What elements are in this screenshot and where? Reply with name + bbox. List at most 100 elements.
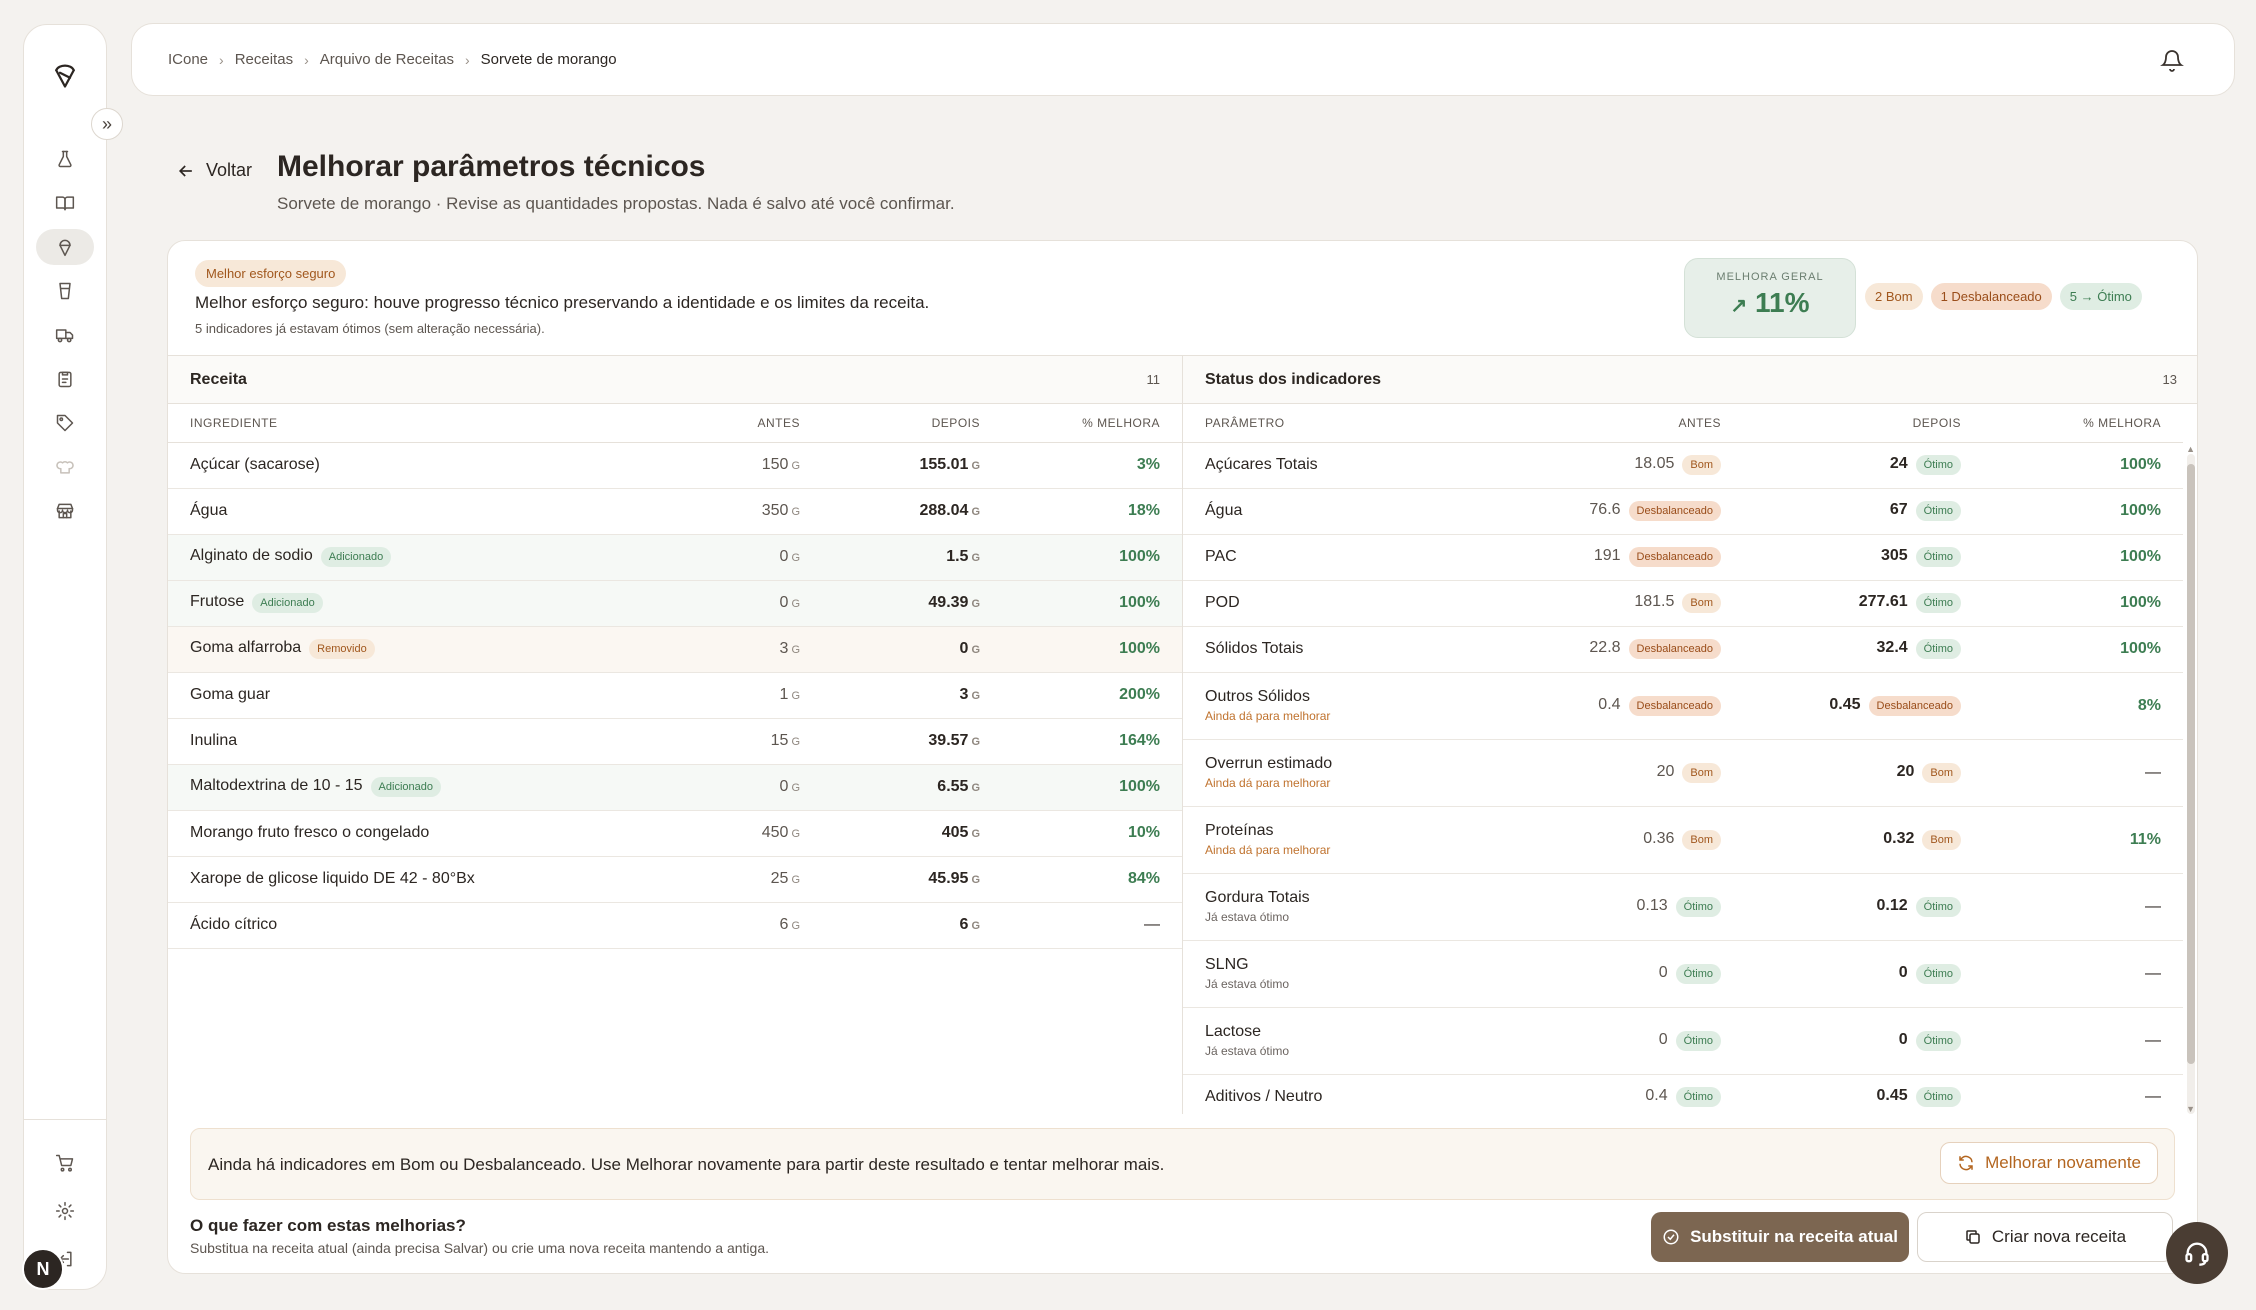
after-cell: 67 Ótimo — [1743, 488, 1983, 535]
col-before: ANTES — [1513, 404, 1743, 443]
after-cell: 6.55 G — [822, 764, 1002, 811]
indicator-note: Ainda dá para melhorar — [1205, 776, 1331, 790]
after-value: 1.5 — [946, 548, 969, 565]
after-cell: 0G — [822, 626, 1002, 673]
overall-label: MELHORA GERAL — [1716, 271, 1824, 283]
after-status-badge: Ótimo — [1915, 639, 1961, 659]
improvement-cell: 84% — [1002, 856, 1182, 903]
notification-bell-icon[interactable] — [2160, 48, 2184, 72]
count-bom-badge: 2 Bom — [1865, 283, 1923, 310]
unit-label: G — [791, 736, 800, 748]
scroll-down-arrow-icon[interactable]: ▼ — [2186, 1104, 2195, 1114]
parameter-cell: Aditivos / Neutro — [1183, 1074, 1513, 1114]
breadcrumb-recipes[interactable]: Receitas — [235, 51, 293, 68]
before-value: 0.13 — [1636, 896, 1668, 914]
after-cell: 45.95 G — [822, 856, 1002, 903]
scroll-up-arrow-icon[interactable]: ▲ — [2186, 444, 2195, 454]
ingredient-name: Ácido cítrico — [190, 916, 278, 933]
replace-recipe-label: Substituir na receita atual — [1690, 1227, 1898, 1246]
indicators-table: PARÂMETRO ANTES DEPOIS % MELHORA Açúcare… — [1183, 404, 2183, 1114]
before-cell: 18.05 Bom — [1513, 442, 1743, 489]
before-status-badge: Desbalanceado — [1628, 695, 1721, 716]
create-new-recipe-button[interactable]: Criar nova receita — [1917, 1212, 2173, 1262]
ingredient-change-badge: Adicionado — [320, 547, 392, 567]
recipe-row: Goma guar 1 G 3 G 200% — [168, 672, 1182, 719]
sidebar-expand-button[interactable]: » — [91, 108, 123, 140]
indicator-note: Já estava ótimo — [1205, 1044, 1290, 1058]
summary-line: Melhor esforço seguro: houve progresso t… — [195, 293, 930, 312]
after-value: 67 — [1889, 501, 1908, 518]
breadcrumb-home[interactable]: ICone — [168, 51, 208, 68]
improvement-cell: 100% — [1983, 626, 2183, 673]
ice-cream-icon[interactable] — [36, 229, 94, 265]
copy-icon — [1966, 1230, 1980, 1244]
result-badge: Melhor esforço seguro — [195, 260, 347, 287]
unit-label: G — [971, 920, 980, 932]
before-cell: 20 Bom — [1513, 739, 1743, 807]
before-value: 3 — [779, 640, 789, 657]
before-status-badge: Bom — [1682, 593, 1721, 613]
ingredient-cell: Ácido cítrico — [168, 902, 662, 949]
unit-label: G — [791, 460, 800, 472]
before-status-badge: Ótimo — [1675, 1030, 1721, 1051]
indicator-row: Lactose Já estava ótimo 0 Ótimo 0 Ótimo — — [1183, 1007, 2183, 1075]
unit-label: G — [971, 690, 980, 702]
col-ingredient: INGREDIENTE — [168, 404, 662, 443]
book-icon[interactable] — [36, 185, 94, 221]
back-button[interactable]: Voltar — [176, 160, 252, 181]
improvement-cell: 100% — [1002, 534, 1182, 581]
app-logo-icon[interactable] — [50, 59, 80, 89]
improve-again-button[interactable]: Melhorar novamente — [1940, 1142, 2158, 1184]
indicators-scrollbar[interactable] — [2187, 454, 2195, 1114]
col-after: DEPOIS — [822, 404, 1002, 443]
after-status-badge: Ótimo — [1915, 547, 1961, 567]
truck-icon[interactable] — [36, 317, 94, 353]
ingredient-change-badge: Adicionado — [252, 593, 323, 613]
after-value: 0.12 — [1876, 896, 1908, 914]
unit-label: G — [791, 644, 800, 656]
cup-icon[interactable] — [36, 273, 94, 309]
after-value: 0.45 — [1829, 695, 1861, 713]
parameter-name: Sólidos Totais — [1205, 640, 1304, 657]
support-headset-button[interactable] — [2166, 1222, 2228, 1284]
replace-recipe-button[interactable]: Substituir na receita atual — [1651, 1212, 1909, 1262]
tag-icon[interactable] — [36, 405, 94, 441]
breadcrumb-current: Sorvete de morango — [480, 51, 617, 68]
breadcrumb-archive[interactable]: Arquivo de Receitas — [320, 51, 454, 68]
after-cell: 288.04 G — [822, 488, 1002, 535]
improvement-cell: — — [1983, 940, 2183, 1008]
unit-label: G — [971, 736, 980, 748]
store-icon[interactable] — [36, 493, 94, 529]
improvement-cell: 8% — [1983, 672, 2183, 740]
indicators-pane-header: Status dos indicadores 13 — [1183, 356, 2197, 404]
ingredient-name: Água — [190, 502, 228, 519]
scrollbar-thumb[interactable] — [2187, 464, 2195, 1064]
settings-gear-icon[interactable] — [36, 1193, 94, 1229]
lab-flask-icon[interactable] — [36, 141, 94, 177]
chef-hat-icon[interactable] — [36, 449, 94, 485]
summary-note: 5 indicadores já estavam ótimos (sem alt… — [195, 321, 545, 336]
improvement-cell: 18% — [1002, 488, 1182, 535]
improvement-cell: 100% — [1002, 764, 1182, 811]
improvement-cell: 100% — [1002, 580, 1182, 627]
before-status-badge: Bom — [1682, 455, 1721, 475]
unit-label: G — [791, 828, 800, 840]
indicators-scroll-area[interactable]: PARÂMETRO ANTES DEPOIS % MELHORA Açúcare… — [1183, 404, 2197, 1114]
after-cell: 305 Ótimo — [1743, 534, 1983, 581]
improvement-cell: 100% — [1983, 580, 2183, 627]
before-status-badge: Desbalanceado — [1628, 501, 1721, 521]
cart-icon[interactable] — [36, 1145, 94, 1181]
page-title: Melhorar parâmetros técnicos — [277, 150, 706, 183]
ingredient-name: Xarope de glicose liquido DE 42 - 80°Bx — [190, 870, 475, 887]
parameter-cell: Água — [1183, 488, 1513, 535]
col-after: DEPOIS — [1743, 404, 1983, 443]
unit-label: G — [971, 828, 980, 840]
after-status-badge: Desbalanceado — [1868, 695, 1961, 716]
recipe-row: Morango fruto fresco o congelado 450 G 405 G… — [168, 810, 1182, 857]
recipe-row: Goma alfarroba Removido 3 G 0 G 100% — [168, 626, 1182, 673]
clipboard-icon[interactable] — [36, 361, 94, 397]
user-avatar[interactable]: N — [22, 1248, 64, 1290]
ingredient-name: Morango fruto fresco o congelado — [190, 824, 430, 841]
after-cell: 3G — [822, 672, 1002, 719]
after-value: 0 — [1898, 963, 1908, 981]
